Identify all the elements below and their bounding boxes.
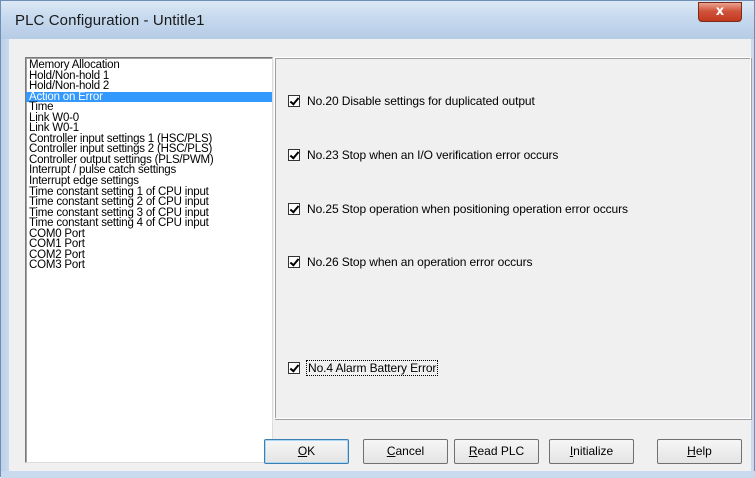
action-on-error-panel: No.20 Disable settings for duplicated ou… [274, 57, 751, 419]
title-bar[interactable]: PLC Configuration - Untitle1 x [1, 1, 754, 39]
option-no26-row[interactable]: No.26 Stop when an operation error occur… [288, 255, 532, 269]
option-no23-checkbox[interactable] [288, 149, 300, 161]
option-no20-row[interactable]: No.20 Disable settings for duplicated ou… [288, 94, 535, 108]
list-item-com3-port[interactable]: COM3 Port [26, 260, 272, 271]
list-item-action-on-error[interactable]: Action on Error [26, 91, 272, 103]
option-no26-label: No.26 Stop when an operation error occur… [307, 255, 533, 269]
option-no20-checkbox[interactable] [288, 95, 300, 107]
option-no20-label: No.20 Disable settings for duplicated ou… [307, 94, 535, 108]
option-no4-checkbox[interactable] [288, 362, 300, 374]
option-no25-row[interactable]: No.25 Stop operation when positioning op… [288, 202, 628, 216]
option-no4-label: No.4 Alarm Battery Error [305, 360, 439, 376]
option-no25-label: No.25 Stop operation when positioning op… [307, 202, 628, 216]
initialize-button-label: nitialize [573, 444, 614, 458]
cancel-button-label: ancel [395, 444, 425, 458]
ok-button-mnemonic: O [297, 444, 308, 458]
option-no26-checkbox[interactable] [288, 256, 300, 268]
close-icon: x [715, 4, 725, 19]
initialize-button[interactable]: Initialize [549, 439, 634, 464]
read-plc-button[interactable]: Read PLC [454, 439, 539, 464]
help-button-label: elp [695, 444, 712, 458]
plc-configuration-window: PLC Configuration - Untitle1 x Memory Al… [0, 0, 755, 478]
read-plc-button-label: ead PLC [477, 444, 525, 458]
option-no23-row[interactable]: No.23 Stop when an I/O verification erro… [288, 148, 558, 162]
dialog-client-area: Memory Allocation Hold/Non-hold 1 Hold/N… [9, 39, 751, 471]
help-button[interactable]: Help [657, 439, 742, 464]
list-item-memory-allocation[interactable]: Memory Allocation [26, 59, 272, 71]
close-button[interactable]: x [698, 2, 742, 22]
list-item-interrupt-edge[interactable]: Interrupt edge settings [26, 176, 272, 187]
window-title: PLC Configuration - Untitle1 [15, 12, 205, 29]
option-no4-row[interactable]: No.4 Alarm Battery Error [288, 360, 439, 376]
option-no25-checkbox[interactable] [288, 203, 300, 215]
window-frame-left [1, 39, 9, 478]
settings-category-list[interactable]: Memory Allocation Hold/Non-hold 1 Hold/N… [25, 57, 273, 463]
ok-button[interactable]: OK [264, 439, 349, 464]
cancel-button[interactable]: Cancel [363, 439, 448, 464]
ok-button-label: K [307, 444, 316, 458]
help-button-mnemonic: H [687, 444, 696, 458]
option-no23-label: No.23 Stop when an I/O verification erro… [307, 148, 559, 162]
